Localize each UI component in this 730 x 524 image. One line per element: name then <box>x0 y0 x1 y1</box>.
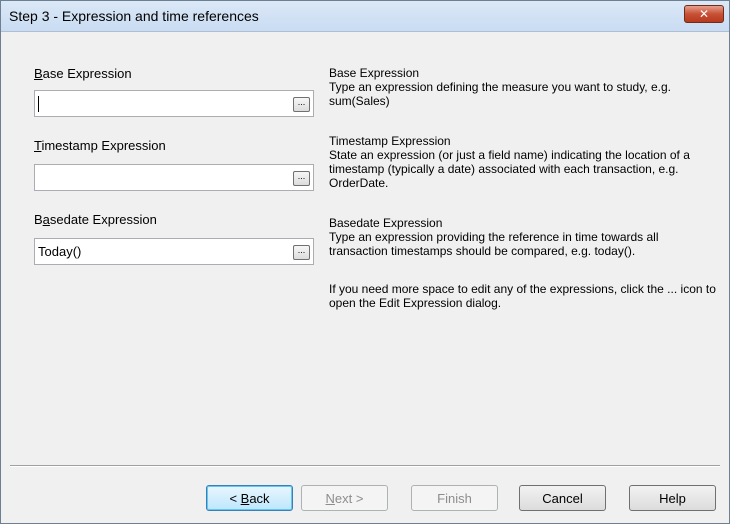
help-timestamp-expression: Timestamp Expression State an expression… <box>329 134 719 190</box>
basedate-expression-accesskey: a <box>42 212 50 227</box>
base-expression-label: Base Expression <box>34 66 132 81</box>
title-bar: Step 3 - Expression and time references … <box>1 1 729 32</box>
base-expression-input[interactable]: ... <box>34 90 314 117</box>
help-button[interactable]: Help <box>629 485 716 511</box>
basedate-expression-label-text: sedate Expression <box>49 212 157 227</box>
help-timestamp-title: Timestamp Expression <box>329 134 451 148</box>
back-button-accesskey: B <box>240 490 250 506</box>
basedate-expression-browse-button[interactable]: ... <box>293 245 310 260</box>
timestamp-expression-browse-button[interactable]: ... <box>293 171 310 186</box>
help-more-space: If you need more space to edit any of th… <box>329 282 719 310</box>
help-base-text: Type an expression defining the measure … <box>329 80 671 108</box>
help-base-title: Base Expression <box>329 66 420 80</box>
base-expression-accesskey: B <box>34 66 43 81</box>
help-basedate-expression: Basedate Expression Type an expression p… <box>329 216 719 258</box>
timestamp-expression-input[interactable]: ... <box>34 164 314 191</box>
timestamp-expression-label: Timestamp Expression <box>34 138 166 153</box>
help-basedate-title: Basedate Expression <box>329 216 443 230</box>
back-button[interactable]: < Back <box>206 485 293 511</box>
next-button-accesskey: N <box>325 490 335 506</box>
base-expression-label-text: ase Expression <box>42 66 132 81</box>
wizard-dialog: Step 3 - Expression and time references … <box>0 0 730 524</box>
help-timestamp-text: State an expression (or just a field nam… <box>329 148 690 190</box>
footer-divider <box>10 465 720 467</box>
basedate-expression-input[interactable]: Today() ... <box>34 238 314 265</box>
timestamp-expression-label-text: imestamp Expression <box>41 138 166 153</box>
next-button-label: ext > <box>334 490 364 506</box>
close-icon: ✕ <box>698 7 710 21</box>
basedate-expression-label-prefix: B <box>34 212 43 227</box>
text-cursor <box>38 96 39 112</box>
back-button-prefix: < <box>229 490 241 506</box>
basedate-expression-label: Basedate Expression <box>34 212 157 227</box>
base-expression-browse-button[interactable]: ... <box>293 97 310 112</box>
next-button[interactable]: Next > <box>301 485 388 511</box>
basedate-expression-value: Today() <box>38 244 82 259</box>
cancel-button[interactable]: Cancel <box>519 485 606 511</box>
help-base-expression: Base Expression Type an expression defin… <box>329 66 719 108</box>
dialog-title: Step 3 - Expression and time references <box>9 8 259 24</box>
close-button[interactable]: ✕ <box>684 5 724 23</box>
help-basedate-text: Type an expression providing the referen… <box>329 230 659 258</box>
back-button-label: ack <box>249 490 270 506</box>
help-more-space-text: If you need more space to edit any of th… <box>329 282 716 310</box>
finish-button[interactable]: Finish <box>411 485 498 511</box>
dialog-content: Base Expression ... Timestamp Expression… <box>1 32 729 523</box>
